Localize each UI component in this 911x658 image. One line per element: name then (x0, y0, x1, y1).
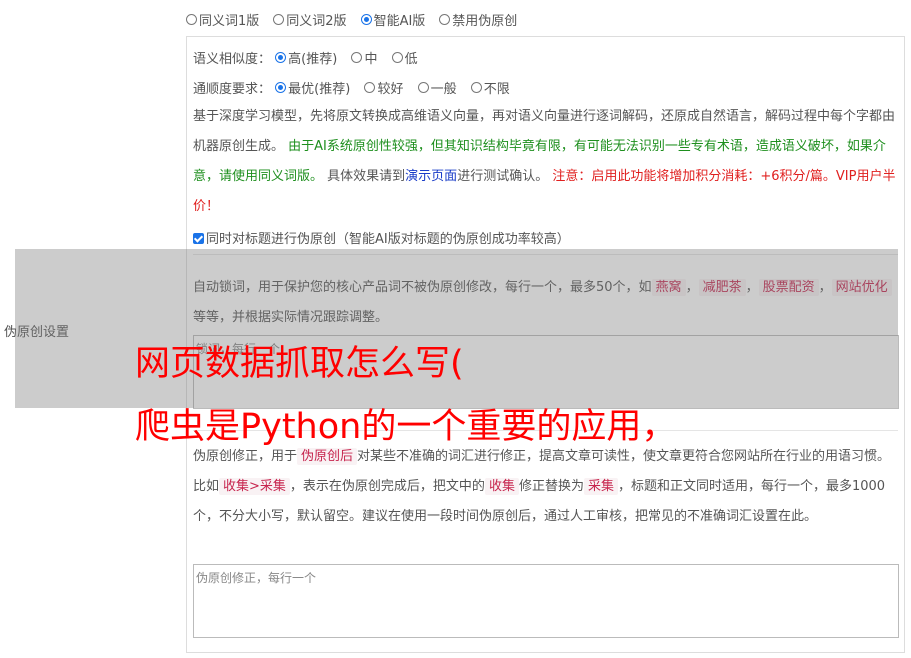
radio-label: 一般 (430, 82, 457, 97)
correction-text: 伪原创修正，用于 (193, 449, 298, 464)
radio-label: 低 (404, 52, 418, 67)
radio-icon (364, 82, 376, 93)
radio-label: 不限 (483, 82, 510, 97)
radio-icon (439, 14, 451, 25)
version-option-synonym2[interactable]: 同义词2版 (273, 10, 347, 29)
radio-label: 禁用伪原创 (452, 14, 518, 29)
example-tag: 收集>采集 (219, 478, 290, 495)
version-option-synonym1[interactable]: 同义词1版 (186, 10, 259, 29)
version-radio-group: 同义词1版 同义词2版 智能AI版 禁用伪原创 (186, 10, 531, 29)
similarity-mid[interactable]: 中 (351, 48, 377, 67)
fluency-row: 通顺度要求： 最优(推荐) 较好 一般 不限 (193, 78, 524, 97)
radio-icon (391, 52, 403, 63)
radio-checked-icon (275, 82, 287, 93)
similarity-row: 语义相似度： 高(推荐) 中 低 (193, 48, 432, 67)
demo-page-link[interactable]: 演示页面 (405, 169, 457, 184)
radio-icon (470, 82, 482, 93)
version-option-disable[interactable]: 禁用伪原创 (439, 10, 517, 29)
radio-label: 中 (364, 52, 378, 67)
radio-label: 同义词1版 (199, 14, 260, 29)
similarity-low[interactable]: 低 (391, 48, 418, 67)
radio-label: 较好 (377, 82, 404, 97)
ai-description: 基于深度学习模型，先将原文转换成高维语义向量，再对语义向量进行逐词解码，还原成自… (193, 102, 898, 222)
description-text: 进行测试确认。 (457, 169, 549, 184)
fluency-any[interactable]: 不限 (470, 78, 510, 97)
fluency-label: 通顺度要求： (193, 82, 272, 97)
radio-label: 高(推荐) (288, 52, 338, 67)
radio-checked-icon (360, 14, 372, 25)
correction-description: 伪原创修正，用于 伪原创后 对某些不准确的词汇进行修正，提高文章可读性，使文章更符合… (193, 442, 898, 532)
similarity-label: 语义相似度： (193, 52, 272, 67)
overlay-headline-line1: 网页数据抓取怎么写( (135, 344, 464, 384)
correction-text: ，表示在伪原创完成后，把文中的 (289, 479, 485, 494)
similarity-high[interactable]: 高(推荐) (275, 48, 337, 67)
fluency-normal[interactable]: 一般 (417, 78, 457, 97)
radio-label: 最优(推荐) (288, 82, 351, 97)
example-tag: 伪原创后 (297, 448, 358, 465)
example-tag: 采集 (583, 478, 618, 495)
correction-text: 修正替换为 (518, 479, 584, 494)
fluency-best[interactable]: 最优(推荐) (275, 78, 350, 97)
title-checkbox-label: 同时对标题进行伪原创（智能AI版对标题的伪原创成功率较高） (206, 232, 570, 247)
title-checkbox-row[interactable]: 同时对标题进行伪原创（智能AI版对标题的伪原创成功率较高） (193, 228, 570, 247)
radio-icon (273, 14, 285, 25)
overlay-headline-line2: 爬虫是Python的一个重要的应用， (135, 407, 677, 447)
description-text: 具体效果请到 (327, 169, 406, 184)
radio-label: 同义词2版 (286, 14, 347, 29)
version-option-ai[interactable]: 智能AI版 (360, 10, 426, 29)
radio-label: 智能AI版 (373, 14, 426, 29)
checkbox-checked-icon[interactable] (193, 233, 204, 244)
radio-icon (186, 14, 197, 25)
example-tag: 收集 (484, 478, 519, 495)
radio-checked-icon (275, 52, 287, 63)
radio-icon (417, 82, 429, 93)
correction-textarea[interactable]: 伪原创修正，每行一个 (193, 564, 899, 638)
radio-icon (351, 52, 363, 63)
fluency-good[interactable]: 较好 (364, 78, 403, 97)
